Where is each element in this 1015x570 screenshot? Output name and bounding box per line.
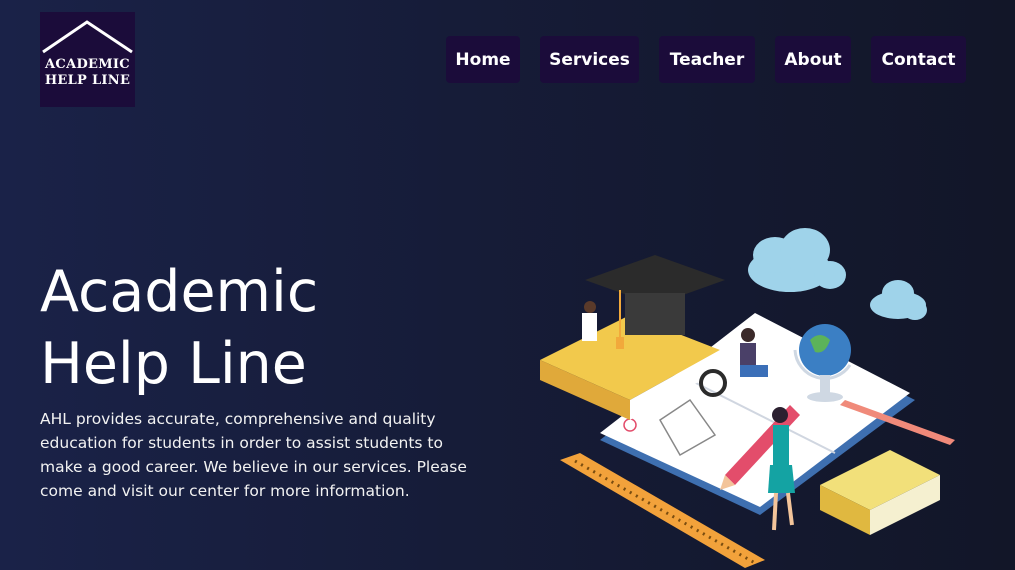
- logo-text-line1: ACADEMIC: [45, 57, 130, 72]
- site-logo[interactable]: ACADEMIC HELP LINE: [40, 12, 135, 107]
- nav-about[interactable]: About: [775, 36, 851, 83]
- cloud-small-icon: [870, 280, 927, 320]
- nav-contact[interactable]: Contact: [871, 36, 966, 83]
- nav-home[interactable]: Home: [446, 36, 520, 83]
- hero-description: AHL provides accurate, comprehensive and…: [40, 410, 467, 500]
- hero-title-line1: Academic: [40, 259, 319, 325]
- logo-text-line2: HELP LINE: [44, 73, 131, 88]
- notepad-icon: [820, 450, 940, 535]
- hero-title-line2: Help Line: [40, 331, 307, 397]
- person-sitting-icon: [582, 301, 597, 341]
- nav-teacher[interactable]: Teacher: [659, 36, 755, 83]
- cloud-icon: [748, 228, 846, 292]
- education-illustration: [540, 228, 955, 568]
- nav-services[interactable]: Services: [540, 36, 639, 83]
- hero-title: Academic Help Line: [40, 256, 318, 400]
